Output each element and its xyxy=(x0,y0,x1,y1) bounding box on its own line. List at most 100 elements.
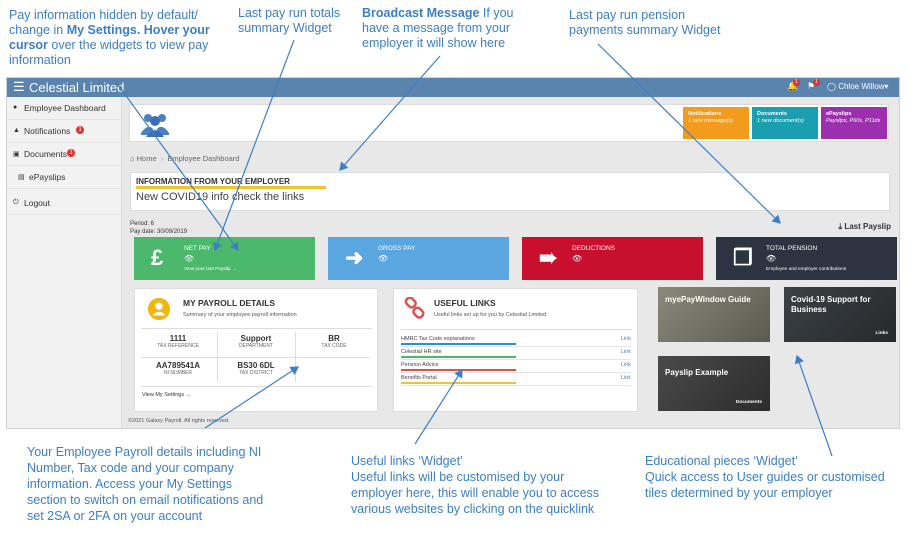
cell-value: Support xyxy=(240,334,272,343)
view-my-settings-link[interactable]: View My Settings → xyxy=(142,392,191,398)
notifications-tile[interactable]: Notifications 1 new message(s) xyxy=(683,107,749,139)
tile-title: ePayslips xyxy=(826,111,852,117)
tile-subtitle: 1 new document(s) xyxy=(757,118,804,124)
annotation-line: Useful links will be customised by your xyxy=(351,470,565,484)
cell-value: AA789541A xyxy=(155,361,201,370)
edu-tile-guide[interactable]: myePayWindow Guide xyxy=(658,287,770,342)
edu-tile-title: Covid-19 Support for Business xyxy=(791,295,871,314)
hamburger-icon[interactable]: ☰ xyxy=(13,80,25,94)
sign-in-icon: ➜ xyxy=(345,245,364,270)
divider xyxy=(217,332,218,382)
eye-icon[interactable]: 👁 xyxy=(766,254,776,263)
breadcrumb: ⌂ Home › Employee Dashboard xyxy=(130,154,239,163)
useful-link-row[interactable]: Pension Advice Link xyxy=(401,361,631,373)
divider xyxy=(141,328,372,329)
annotation-line: Last pay run pension xyxy=(569,8,686,22)
brand-name: Celestial Limited xyxy=(29,80,125,95)
annotation-line: set 2SA or 2FA on your account xyxy=(27,509,203,523)
eye-icon[interactable]: 👁 xyxy=(572,254,582,263)
useful-link[interactable]: Link xyxy=(621,336,631,342)
last-payslip-button[interactable]: ⤓ Last Payslip xyxy=(839,222,891,232)
useful-link-row[interactable]: Benefits Portal Link xyxy=(401,374,631,386)
download-icon: ⤓ xyxy=(838,222,843,231)
useful-link-label: Celestial HR site xyxy=(401,349,442,355)
cell-key: NI NUMBER xyxy=(163,370,193,376)
tile-subtitle: 1 new message(s) xyxy=(688,118,733,124)
employer-info-message: New COVID19 info check the links xyxy=(136,191,305,203)
edu-tile-covid-support[interactable]: Covid-19 Support for Business Links xyxy=(784,287,896,342)
useful-link-label: Pension Advice xyxy=(401,362,439,368)
payroll-details-panel: MY PAYROLL DETAILS Summary of your emplo… xyxy=(134,288,378,412)
documents-tile[interactable]: Documents 1 new document(s) xyxy=(752,107,818,139)
sidebar-item-logout[interactable]: ⏻ Logout xyxy=(7,192,122,215)
annotation-line: Educational pieces ‘Widget’ xyxy=(645,454,798,468)
tax-reference-cell: 1111 TAX REFERENCE xyxy=(141,334,215,349)
footer-copyright: ©2021 Galaxy Payroll. All rights reserve… xyxy=(128,418,230,424)
annotation-line: Pay information hidden by default/ xyxy=(9,8,199,22)
cell-value: BR xyxy=(328,334,340,343)
annotation-pay-hidden: Pay information hidden by default/ chang… xyxy=(9,8,210,68)
deductions-card[interactable]: ➠ DEDUCTIONS 👁 xyxy=(522,237,703,280)
employer-info-title: INFORMATION FROM YOUR EMPLOYER xyxy=(136,177,290,186)
annotation-pay-run-totals: Last pay run totals summary Widget xyxy=(238,6,340,36)
annotation-line: employer it will show here xyxy=(362,36,506,50)
useful-link-label: Benefits Portal xyxy=(401,375,437,381)
edu-tile-title: myePayWindow Guide xyxy=(665,295,751,304)
edu-tile-title: Payslip Example xyxy=(665,368,729,377)
useful-links-subtitle: Useful links set up for you by Celestial… xyxy=(434,312,547,318)
edu-tile-payslip-example[interactable]: Payslip Example Documents xyxy=(658,356,770,411)
useful-link-row[interactable]: HMRC Tax Code explanations Link xyxy=(401,335,631,347)
pound-icon: £ xyxy=(151,245,164,270)
annotation-line: section to switch on email notifications… xyxy=(27,493,264,507)
useful-link[interactable]: Link xyxy=(621,362,631,368)
useful-link-row[interactable]: Celestial HR site Link xyxy=(401,348,631,360)
eye-icon[interactable]: 👁 xyxy=(378,254,388,263)
view-payslip-link[interactable]: View your last Payslip → xyxy=(184,267,237,272)
annotation-payroll-details: Your Employee Payroll details including … xyxy=(27,444,263,524)
period-info: Period: 6 Pay date: 30/09/2019 xyxy=(130,220,187,236)
cell-key: DEPARTMENT xyxy=(239,343,273,349)
sidebar-item-notifications[interactable]: ▲ Notifications 1 xyxy=(7,120,122,143)
tax-district-cell: BS30 6DL TAX DISTRICT xyxy=(219,361,293,376)
document-icon: ▣ xyxy=(13,151,20,158)
eye-icon[interactable]: 👁 xyxy=(184,254,194,263)
payroll-details-subtitle: Summary of your employee payroll informa… xyxy=(183,312,297,318)
useful-link[interactable]: Link xyxy=(621,375,631,381)
annotation-line: payments summary Widget xyxy=(569,23,721,37)
breadcrumb-home[interactable]: Home xyxy=(137,154,157,163)
sidebar-item-documents[interactable]: ▣ Documents 1 xyxy=(7,143,122,166)
bell-badge: 1 xyxy=(793,79,800,86)
money-icon: ❒ xyxy=(733,245,753,270)
annotation-line: cursor over the widgets to view pay xyxy=(9,38,209,52)
pay-date: Pay date: 30/09/2019 xyxy=(130,229,188,235)
app-window: ☰ Celestial Limited 🔔 1 ⚑ 1 ◯ Chloe Will… xyxy=(6,77,900,429)
sidebar-item-employee-dashboard[interactable]: ● Employee Dashboard xyxy=(7,97,122,120)
sidebar-item-epayslips[interactable]: ▤ ePayslips xyxy=(7,166,122,189)
annotation-line: Your Employee Payroll details including … xyxy=(27,445,262,459)
annotation-line: Quick access to User guides or customise… xyxy=(645,470,885,484)
employer-info-panel: INFORMATION FROM YOUR EMPLOYER New COVID… xyxy=(130,172,890,211)
card-label: DEDUCTIONS xyxy=(572,245,615,252)
divider xyxy=(401,359,631,360)
card-label: NET PAY xyxy=(184,245,211,252)
cell-key: TAX CODE xyxy=(321,343,347,349)
annotation-line: Number, Tax code and your company xyxy=(27,461,234,475)
cell-value: 1111 xyxy=(169,334,187,343)
chevron-down-icon: ▾ xyxy=(884,82,889,91)
tile-subtitle: Payslips, P60s, P11ds xyxy=(826,118,881,124)
last-payslip-label: Last Payslip xyxy=(844,222,891,231)
total-pension-card[interactable]: ❒ TOTAL PENSION 👁 Employee and employer … xyxy=(716,237,897,280)
annotation-line: change in My Settings. Hover your xyxy=(9,23,210,37)
breadcrumb-current: Employee Dashboard xyxy=(167,154,240,163)
net-pay-card[interactable]: £ NET PAY 👁 View your last Payslip → xyxy=(134,237,315,280)
gross-pay-card[interactable]: ➜ GROSS PAY 👁 xyxy=(328,237,509,280)
link-accent-bar xyxy=(401,356,516,358)
epayslips-tile[interactable]: ePayslips Payslips, P60s, P11ds xyxy=(821,107,887,139)
sidebar-item-label: Documents xyxy=(24,149,67,159)
payslip-icon: ▤ xyxy=(18,174,25,181)
user-name: Chloe Willow xyxy=(838,82,885,91)
useful-link[interactable]: Link xyxy=(621,349,631,355)
user-menu[interactable]: ◯ Chloe Willow▾ xyxy=(827,82,888,91)
annotation-pension: Last pay run pension payments summary Wi… xyxy=(569,8,720,38)
user-icon: ● xyxy=(13,104,18,111)
